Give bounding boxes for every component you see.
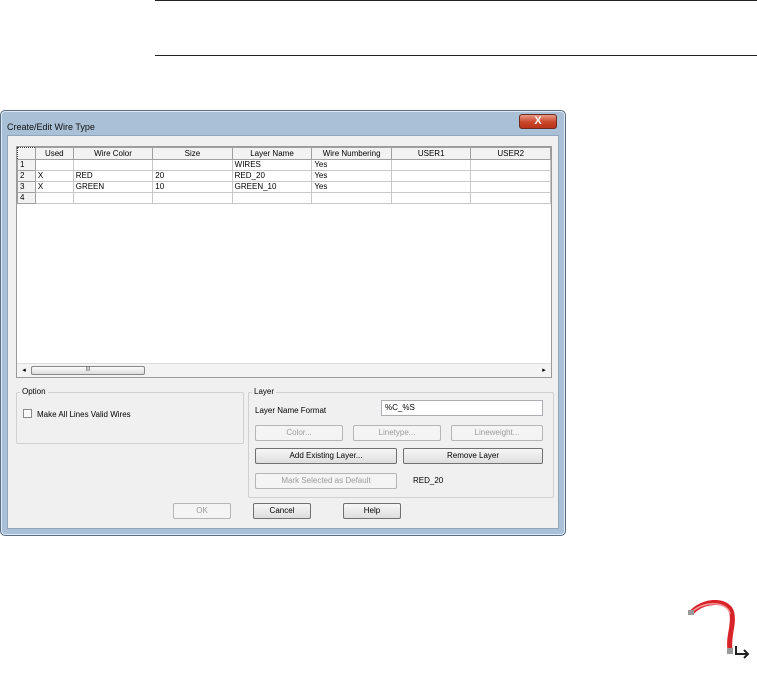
- thumb-grip-icon: III: [85, 367, 91, 373]
- table-cell[interactable]: X: [34, 170, 74, 182]
- horizontal-scrollbar[interactable]: ◂ III ▸: [17, 363, 551, 377]
- layer-name-format-label: Layer Name Format: [255, 406, 327, 415]
- scroll-right-icon[interactable]: ▸: [539, 365, 549, 376]
- table-cell[interactable]: [470, 181, 551, 193]
- remove-layer-button[interactable]: Remove Layer: [403, 448, 543, 464]
- row-number[interactable]: 3: [17, 181, 36, 193]
- table-cell[interactable]: [152, 192, 233, 204]
- table-row[interactable]: 4: [17, 192, 551, 204]
- default-layer-value: RED_20: [413, 476, 444, 485]
- table-cell[interactable]: [470, 159, 551, 171]
- table-cell[interactable]: RED: [72, 170, 154, 182]
- ok-button[interactable]: OK: [173, 503, 231, 519]
- table-cell[interactable]: WIRES: [231, 159, 313, 171]
- table-cell[interactable]: [34, 159, 74, 171]
- dialog-title: Create/Edit Wire Type: [7, 122, 95, 132]
- row-number[interactable]: 2: [17, 170, 36, 182]
- layer-group-title: Layer: [252, 387, 277, 396]
- column-header[interactable]: Size: [152, 147, 233, 160]
- color-button[interactable]: Color...: [255, 425, 343, 441]
- create-edit-wire-type-dialog: Create/Edit Wire Type X Used Wire Color Si…: [0, 110, 566, 536]
- table-cell[interactable]: [231, 192, 313, 204]
- column-header[interactable]: Wire Color: [72, 147, 154, 160]
- table-cell[interactable]: Yes: [311, 159, 392, 171]
- table-row[interactable]: 3 X GREEN 10 GREEN_10 Yes: [17, 181, 551, 193]
- table-cell[interactable]: [311, 192, 392, 204]
- bottom-rule: [155, 55, 757, 56]
- row-number[interactable]: 1: [17, 159, 36, 171]
- make-all-lines-label: Make All Lines Valid Wires: [37, 410, 131, 419]
- column-header[interactable]: Wire Numbering: [311, 147, 392, 160]
- wire-stroke: [689, 600, 735, 653]
- layer-name-format-input[interactable]: %C_%S: [381, 400, 543, 416]
- wire-end-cap: [688, 610, 694, 615]
- close-button[interactable]: X: [519, 114, 557, 129]
- top-rule: [155, 0, 757, 1]
- table-cell[interactable]: [72, 192, 154, 204]
- table-cell[interactable]: [152, 159, 233, 171]
- mark-selected-default-button[interactable]: Mark Selected as Default: [255, 473, 397, 489]
- wire-type-table: Used Wire Color Size Layer Name Wire Numberi…: [17, 147, 551, 204]
- table-cell[interactable]: [470, 170, 551, 182]
- table-row[interactable]: 1 WIRES Yes: [17, 159, 551, 171]
- help-button[interactable]: Help: [343, 503, 401, 519]
- table-cell[interactable]: [34, 192, 74, 204]
- table-cell[interactable]: [390, 181, 472, 193]
- title-bar[interactable]: Create/Edit Wire Type X: [1, 111, 565, 135]
- table-cell[interactable]: 10: [152, 181, 233, 193]
- cancel-button[interactable]: Cancel: [253, 503, 311, 519]
- table-cell[interactable]: 20: [152, 170, 233, 182]
- table-cell[interactable]: Yes: [311, 170, 392, 182]
- column-header[interactable]: USER2: [470, 147, 551, 160]
- layer-group: Layer Layer Name Format %C_%S Color... L…: [248, 387, 554, 498]
- option-group: Option Make All Lines Valid Wires: [16, 387, 244, 444]
- wire-type-grid[interactable]: Used Wire Color Size Layer Name Wire Numberi…: [16, 146, 552, 378]
- row-number[interactable]: 4: [17, 192, 36, 204]
- scrollbar-thumb[interactable]: III: [31, 366, 145, 375]
- grid-corner-cell[interactable]: [17, 147, 36, 160]
- table-cell[interactable]: X: [34, 181, 74, 193]
- lineweight-button[interactable]: Lineweight...: [451, 425, 543, 441]
- linetype-button[interactable]: Linetype...: [353, 425, 441, 441]
- wire-type-icon: [688, 600, 750, 659]
- column-header[interactable]: USER1: [390, 147, 472, 160]
- table-cell[interactable]: RED_20: [231, 170, 313, 182]
- option-group-title: Option: [20, 387, 48, 396]
- table-cell[interactable]: GREEN: [72, 181, 154, 193]
- close-icon: X: [534, 115, 542, 127]
- scroll-left-icon[interactable]: ◂: [19, 365, 29, 376]
- table-cell[interactable]: GREEN_10: [231, 181, 313, 193]
- add-existing-layer-button[interactable]: Add Existing Layer...: [255, 448, 397, 464]
- table-cell[interactable]: [390, 170, 472, 182]
- make-all-lines-checkbox[interactable]: [23, 409, 32, 418]
- column-header[interactable]: Layer Name: [231, 147, 313, 160]
- table-cell[interactable]: [390, 159, 472, 171]
- grid-header-row: Used Wire Color Size Layer Name Wire Numberi…: [17, 147, 551, 160]
- wire-tip: [727, 648, 733, 654]
- dialog-client: Used Wire Color Size Layer Name Wire Numberi…: [7, 135, 559, 529]
- table-cell[interactable]: [470, 192, 551, 204]
- column-header[interactable]: Used: [34, 147, 74, 160]
- table-cell[interactable]: [72, 159, 154, 171]
- table-cell[interactable]: Yes: [311, 181, 392, 193]
- table-cell[interactable]: [390, 192, 472, 204]
- table-row[interactable]: 2 X RED 20 RED_20 Yes: [17, 170, 551, 182]
